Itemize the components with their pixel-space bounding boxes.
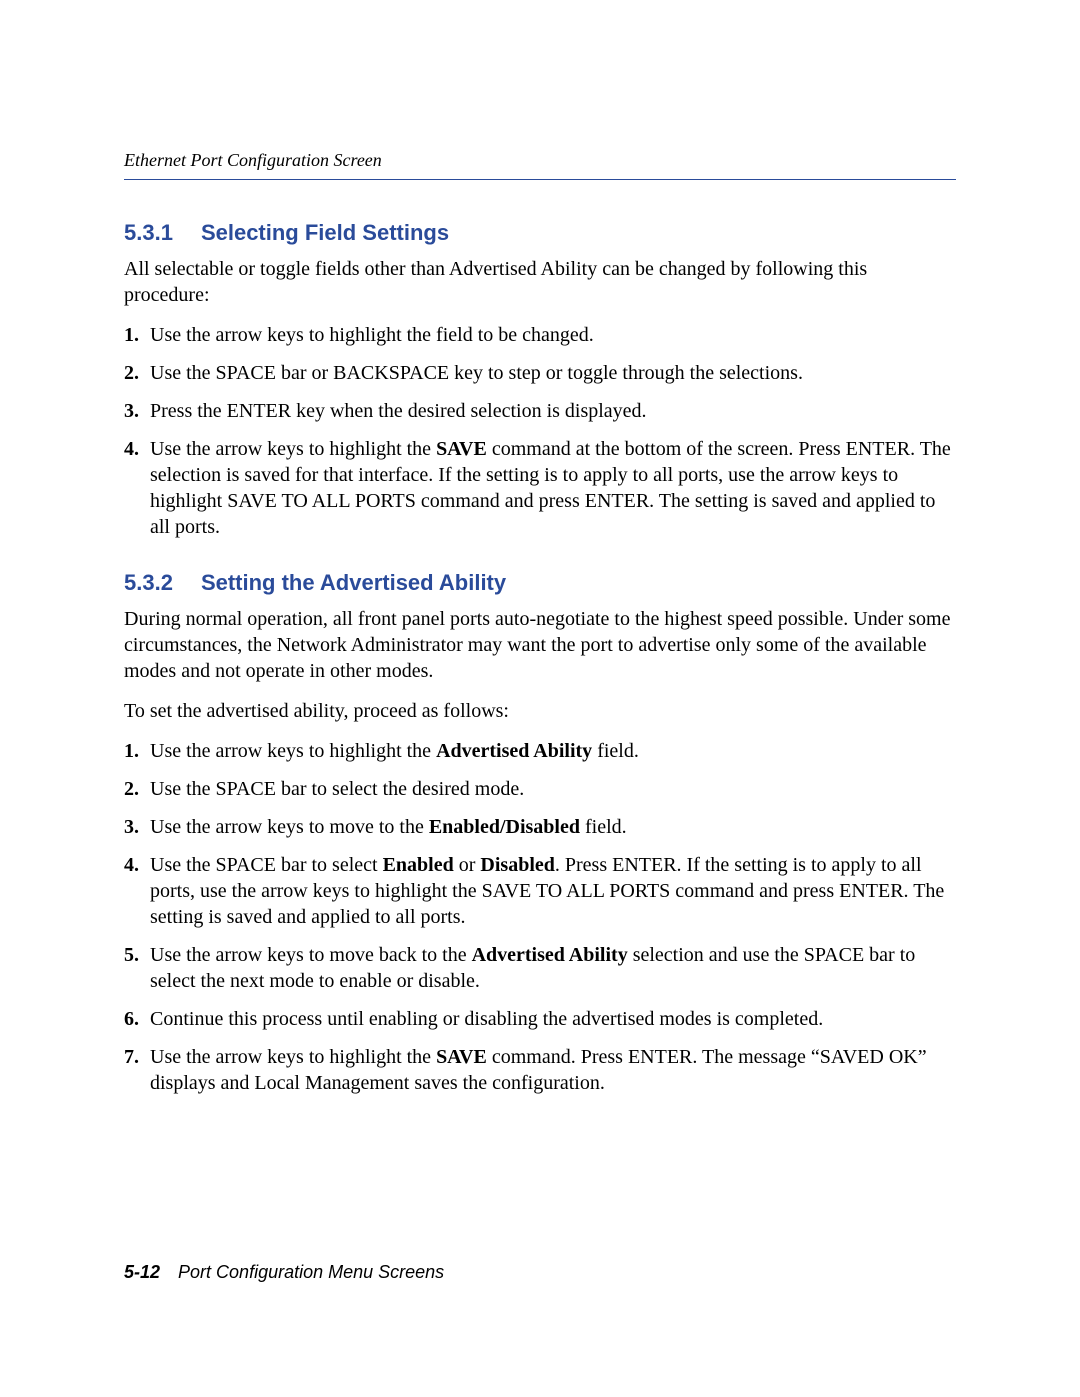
- step-text-bold: Enabled: [383, 854, 454, 876]
- footer-title: Port Configuration Menu Screens: [178, 1262, 444, 1282]
- section-heading-5-3-1: 5.3.1 Selecting Field Settings: [124, 220, 956, 246]
- step-item: Use the arrow keys to highlight the SAVE…: [124, 436, 956, 540]
- step-text-mid: or: [454, 854, 481, 876]
- step-text-pre: Use the arrow keys to highlight the: [150, 1046, 436, 1068]
- step-text-pre: Use the arrow keys to move to the: [150, 816, 429, 838]
- section-number: 5.3.1: [124, 220, 173, 246]
- step-text: Press the ENTER key when the desired sel…: [150, 400, 647, 422]
- step-text-bold: Enabled/Disabled: [429, 816, 580, 838]
- step-item: Use the arrow keys to highlight the fiel…: [124, 322, 956, 348]
- step-text-bold: SAVE: [436, 438, 487, 460]
- section-intro: All selectable or toggle fields other th…: [124, 256, 956, 308]
- running-header: Ethernet Port Configuration Screen: [124, 150, 956, 180]
- running-title: Ethernet Port Configuration Screen: [124, 150, 382, 170]
- step-text-pre: Use the arrow keys to highlight the: [150, 740, 436, 762]
- step-item: Use the arrow keys to highlight the SAVE…: [124, 1044, 956, 1096]
- step-item: Use the SPACE bar to select Enabled or D…: [124, 852, 956, 930]
- section-5-3-2: 5.3.2 Setting the Advertised Ability Duri…: [124, 570, 956, 1096]
- step-text-post: field.: [592, 740, 639, 762]
- step-item: Use the arrow keys to move back to the A…: [124, 942, 956, 994]
- step-text: Use the arrow keys to highlight the fiel…: [150, 324, 594, 346]
- step-text-bold: Disabled: [480, 854, 554, 876]
- step-text-bold: Advertised Ability: [472, 944, 628, 966]
- step-text: Use the SPACE bar or BACKSPACE key to st…: [150, 362, 803, 384]
- step-item: Use the SPACE bar to select the desired …: [124, 776, 956, 802]
- step-text-bold: SAVE: [436, 1046, 487, 1068]
- steps-list-5-3-1: Use the arrow keys to highlight the fiel…: [124, 322, 956, 540]
- section-heading-5-3-2: 5.3.2 Setting the Advertised Ability: [124, 570, 956, 596]
- step-text: Use the SPACE bar to select the desired …: [150, 778, 524, 800]
- step-text-pre: Use the arrow keys to move back to the: [150, 944, 472, 966]
- step-item: Use the arrow keys to move to the Enable…: [124, 814, 956, 840]
- section-5-3-1: 5.3.1 Selecting Field Settings All select…: [124, 220, 956, 540]
- section-intro: During normal operation, all front panel…: [124, 606, 956, 684]
- step-text-pre: Use the SPACE bar to select: [150, 854, 383, 876]
- section-title: Setting the Advertised Ability: [201, 570, 506, 595]
- step-text: Continue this process until enabling or …: [150, 1008, 823, 1030]
- step-item: Press the ENTER key when the desired sel…: [124, 398, 956, 424]
- page-number: 5-12: [124, 1262, 160, 1282]
- page-footer: 5-12 Port Configuration Menu Screens: [124, 1262, 444, 1283]
- section-title: Selecting Field Settings: [201, 220, 449, 245]
- step-item: Use the arrow keys to highlight the Adve…: [124, 738, 956, 764]
- step-text-post: field.: [580, 816, 627, 838]
- steps-list-5-3-2: Use the arrow keys to highlight the Adve…: [124, 738, 956, 1096]
- section-number: 5.3.2: [124, 570, 173, 596]
- step-text-pre: Use the arrow keys to highlight the: [150, 438, 436, 460]
- step-item: Use the SPACE bar or BACKSPACE key to st…: [124, 360, 956, 386]
- step-text-bold: Advertised Ability: [436, 740, 592, 762]
- section-intro-2: To set the advertised ability, proceed a…: [124, 698, 956, 724]
- step-item: Continue this process until enabling or …: [124, 1006, 956, 1032]
